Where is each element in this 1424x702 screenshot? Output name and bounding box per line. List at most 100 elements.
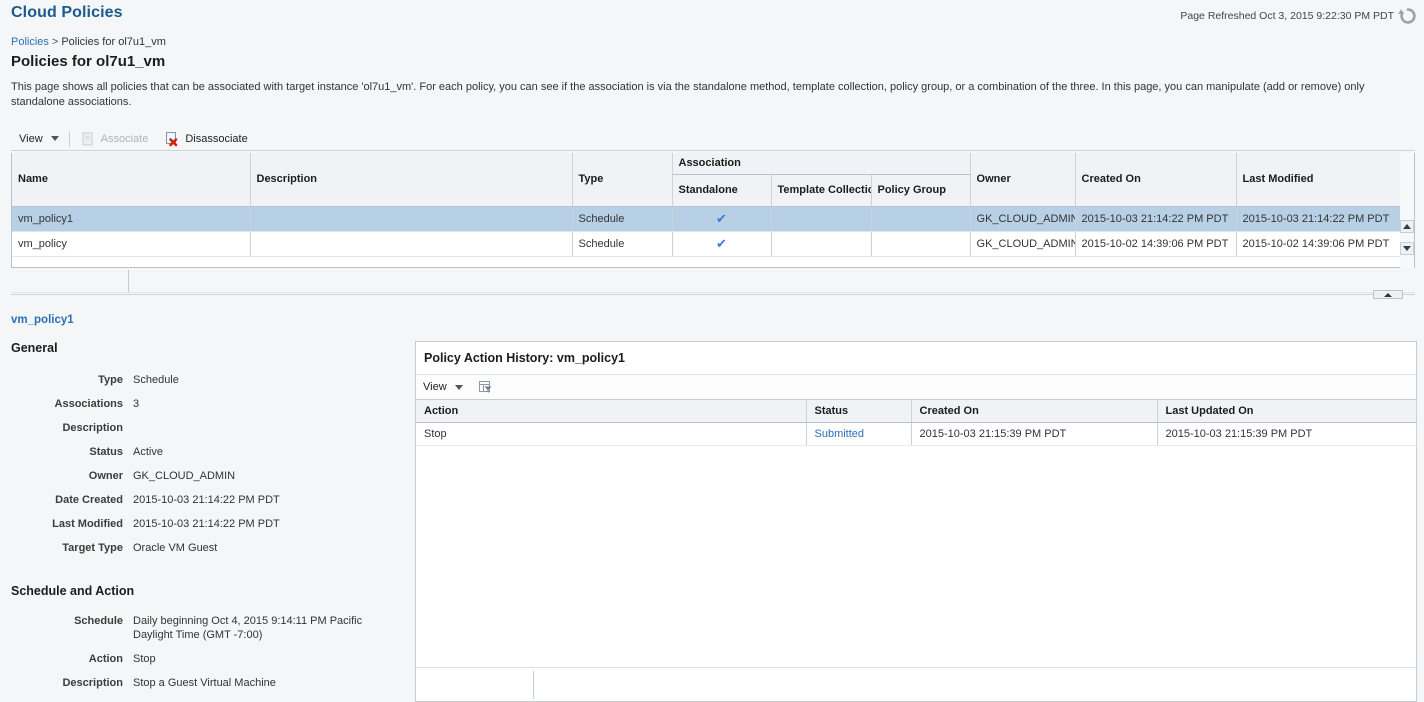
detail-value: Active — [133, 446, 163, 458]
column-header-policy-group[interactable]: Policy Group — [871, 174, 971, 207]
cell-name: vm_policy1 — [12, 206, 251, 232]
scroll-up-button[interactable] — [1400, 220, 1414, 233]
disassociate-label: Disassociate — [185, 132, 248, 145]
cell-created-on: 2015-10-02 14:39:06 PM PDT — [1075, 231, 1237, 257]
page-root: Cloud Policies Page Refreshed Oct 3, 201… — [0, 0, 1424, 702]
cell-owner: GK_CLOUD_ADMIN — [970, 231, 1076, 257]
detail-row-target-type: Target Type Oracle VM Guest — [0, 541, 412, 555]
detail-value: 2015-10-03 21:14:22 PM PDT — [133, 494, 280, 506]
splitter-collapse-handle[interactable] — [1373, 290, 1403, 299]
detail-value: Stop — [133, 653, 156, 665]
detail-label: Description — [62, 422, 123, 434]
policies-table-element: Name Description Type Association Owner … — [12, 153, 1402, 257]
table-row[interactable]: vm_policy1 Schedule ✔ GK_CLOUD_ADMIN 201… — [12, 206, 1402, 232]
check-icon: ✔ — [716, 235, 727, 251]
query-by-example-icon — [477, 379, 493, 395]
query-by-example-button[interactable] — [470, 376, 500, 398]
history-table: Action Status Created On Last Updated On… — [416, 400, 1417, 446]
page-title: Policies for ol7u1_vm — [11, 53, 166, 70]
table-header-group-row: Name Description Type Association Owner … — [12, 153, 1402, 207]
detail-value: Schedule — [133, 374, 179, 386]
column-header-standalone[interactable]: Standalone — [672, 174, 772, 207]
page-refresh-area: Page Refreshed Oct 3, 2015 9:22:30 PM PD… — [1180, 6, 1418, 26]
history-column-header-action[interactable]: Action — [416, 400, 807, 423]
refresh-icon[interactable] — [1398, 6, 1418, 26]
page-with-red-x-icon — [164, 131, 180, 147]
detail-row-date-created: Date Created 2015-10-03 21:14:22 PM PDT — [0, 493, 412, 507]
detail-label: Date Created — [55, 494, 123, 506]
history-column-header-last-updated-on[interactable]: Last Updated On — [1157, 400, 1417, 423]
table-scrollbar[interactable] — [1400, 153, 1414, 268]
associate-label: Associate — [100, 132, 149, 145]
detail-value: Stop a Guest Virtual Machine — [133, 677, 276, 689]
detail-label: Last Modified — [52, 518, 123, 530]
selected-policy-link[interactable]: vm_policy1 — [11, 314, 74, 326]
app-title: Cloud Policies — [11, 4, 123, 21]
history-view-menu-button[interactable]: View — [416, 376, 470, 398]
column-header-last-modified[interactable]: Last Modified — [1236, 153, 1402, 207]
breadcrumb-link-policies[interactable]: Policies — [11, 36, 49, 48]
detail-row-owner: Owner GK_CLOUD_ADMIN — [0, 469, 412, 483]
policy-action-history-panel: Policy Action History: vm_policy1 View A… — [415, 341, 1417, 702]
table-row[interactable]: vm_policy Schedule ✔ GK_CLOUD_ADMIN 2015… — [12, 231, 1402, 257]
history-column-header-status[interactable]: Status — [806, 400, 912, 423]
panel-splitter[interactable] — [11, 290, 1415, 302]
view-menu-button[interactable]: View — [11, 128, 67, 150]
cell-standalone: ✔ — [672, 231, 772, 257]
detail-label: Type — [98, 374, 123, 386]
column-header-owner[interactable]: Owner — [970, 153, 1076, 207]
detail-row-action-description: Description Stop a Guest Virtual Machine — [0, 676, 412, 690]
detail-row-action: Action Stop — [0, 652, 412, 666]
cell-owner: GK_CLOUD_ADMIN — [970, 206, 1076, 232]
detail-label: Schedule — [74, 615, 123, 627]
table-scrollbar-track[interactable] — [1400, 153, 1414, 268]
triangle-down-icon — [1403, 246, 1411, 251]
history-view-menu-label: View — [423, 381, 447, 393]
detail-value: GK_CLOUD_ADMIN — [133, 470, 236, 482]
policies-table: Name Description Type Association Owner … — [11, 153, 1415, 268]
general-section-heading: General — [11, 341, 58, 355]
column-header-description[interactable]: Description — [250, 153, 573, 207]
triangle-up-icon — [1384, 292, 1392, 297]
check-icon: ✔ — [716, 210, 727, 226]
associate-button[interactable]: Associate — [72, 128, 157, 150]
cell-type: Schedule — [572, 231, 673, 257]
page-description: This page shows all policies that can be… — [11, 81, 1365, 108]
scroll-down-button[interactable] — [1400, 242, 1414, 255]
table-footer-bar — [11, 268, 1415, 293]
detail-value: Daily beginning Oct 4, 2015 9:14:11 PM P… — [133, 615, 363, 641]
cell-type: Schedule — [572, 206, 673, 232]
history-table-row[interactable]: Stop Submitted 2015-10-03 21:15:39 PM PD… — [416, 422, 1417, 446]
history-cell-last-updated-on: 2015-10-03 21:15:39 PM PDT — [1157, 422, 1417, 446]
toolbar-divider — [68, 130, 70, 147]
detail-label: Action — [88, 653, 123, 665]
detail-value: 2015-10-03 21:14:22 PM PDT — [133, 518, 280, 530]
column-header-type[interactable]: Type — [572, 153, 673, 207]
cell-policy-group — [871, 231, 971, 257]
history-footer-divider — [533, 671, 534, 699]
cell-template-collection — [771, 206, 872, 232]
column-header-template-collection[interactable]: Template Collection — [771, 174, 872, 207]
chevron-down-icon — [50, 136, 59, 141]
detail-row-schedule: Schedule Daily beginning Oct 4, 2015 9:1… — [0, 614, 412, 642]
schedule-details-list: Schedule Daily beginning Oct 4, 2015 9:1… — [0, 614, 412, 700]
detail-label: Status — [89, 446, 123, 458]
cell-name: vm_policy — [12, 231, 251, 257]
detail-row-description: Description — [0, 421, 412, 435]
status-link[interactable]: Submitted — [815, 428, 865, 440]
triangle-up-icon — [1403, 224, 1411, 229]
detail-row-associations: Associations 3 — [0, 397, 412, 411]
history-cell-status: Submitted — [806, 422, 912, 446]
column-header-name[interactable]: Name — [12, 153, 251, 207]
cell-policy-group — [871, 206, 971, 232]
column-header-created-on[interactable]: Created On — [1075, 153, 1237, 207]
history-header-row: Action Status Created On Last Updated On — [416, 400, 1417, 423]
breadcrumb: Policies > Policies for ol7u1_vm — [11, 36, 166, 48]
cell-description — [250, 231, 573, 257]
grid-toolbar: View Associate Disassociate — [11, 127, 1415, 151]
page-refreshed-text: Page Refreshed Oct 3, 2015 9:22:30 PM PD… — [1180, 10, 1394, 22]
disassociate-button[interactable]: Disassociate — [156, 128, 255, 150]
panel-title: Policy Action History: vm_policy1 — [416, 342, 1416, 375]
detail-label: Owner — [88, 470, 123, 482]
history-column-header-created-on[interactable]: Created On — [911, 400, 1158, 423]
